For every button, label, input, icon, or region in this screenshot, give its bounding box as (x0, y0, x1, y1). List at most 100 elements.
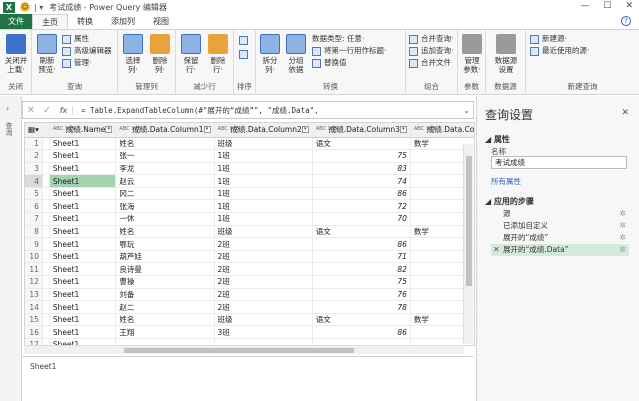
table-cell[interactable]: 姓名 (115, 225, 215, 239)
table-cell[interactable]: 2班 (214, 275, 313, 289)
table-row[interactable]: 8 Sheet1 姓名 班级 语文 数学 (25, 225, 474, 239)
gear-icon[interactable]: ✲ (619, 244, 626, 256)
properties-button[interactable]: 属性 (62, 34, 89, 44)
refresh-preview-button[interactable]: 刷新 预览· (34, 34, 60, 74)
table-row[interactable]: 15 Sheet1 姓名 班级 语文 数学 (25, 313, 474, 327)
queries-pane-collapsed[interactable]: › 查询 (0, 96, 22, 401)
table-cell[interactable]: Sheet1 (49, 262, 117, 277)
remove-rows-button[interactable]: 删除 行· (205, 34, 231, 74)
query-name-input[interactable]: 考试成绩 (491, 156, 627, 169)
table-menu-corner[interactable]: ▦▾ (25, 123, 43, 138)
combine-files-button[interactable]: 合并文件 (409, 58, 451, 68)
step-expanded-scores[interactable]: 展开的“成绩” ✲ (491, 232, 629, 244)
step-expanded-scores-data[interactable]: ✕ 展开的“成绩.Data” ✲ (491, 244, 629, 256)
confirm-formula-icon[interactable]: ✓ (39, 105, 55, 116)
table-cell[interactable]: 71 (312, 250, 411, 264)
table-row[interactable]: 10 Sheet1 葫芦娃 2班 71 (25, 250, 474, 264)
table-row[interactable]: 7 Sheet1 一休 1班 70 (25, 212, 474, 226)
table-cell[interactable]: 1班 (214, 199, 313, 214)
gear-icon[interactable]: ✲ (619, 220, 626, 232)
table-row[interactable]: 12 Sheet1 曹操 2班 75 (25, 275, 474, 289)
horizontal-scrollbar[interactable] (24, 345, 464, 354)
filter-dropdown-icon[interactable]: ▾ (399, 126, 407, 134)
choose-columns-button[interactable]: 选择 列· (120, 34, 146, 74)
row-number[interactable]: 16 (25, 325, 43, 339)
tab-file[interactable]: 文件 (0, 14, 32, 29)
row-number[interactable]: 5 (25, 187, 43, 201)
table-cell[interactable]: 张海 (115, 199, 215, 214)
table-cell[interactable]: 76 (312, 288, 411, 302)
merge-queries-button[interactable]: 合并查询· (409, 34, 453, 44)
type-any-icon[interactable]: ABC 123 (53, 127, 74, 132)
properties-section[interactable]: ◢ 属性 (485, 134, 510, 145)
table-row[interactable]: 14 Sheet1 赵二 2班 78 (25, 300, 474, 314)
row-number[interactable]: 3 (25, 162, 43, 176)
new-source-button[interactable]: 新建源· (530, 34, 567, 44)
fx-icon[interactable]: fx (55, 105, 73, 115)
table-cell[interactable]: Sheet1 (49, 325, 117, 339)
table-cell[interactable]: Sheet1 (49, 313, 117, 327)
formula-input[interactable]: = Table.ExpandTableColumn(#"展开的“成绩”", "成… (81, 105, 319, 116)
table-cell[interactable]: 2班 (214, 250, 313, 264)
table-cell[interactable]: 74 (312, 174, 411, 188)
table-cell[interactable]: 语文 (312, 137, 411, 151)
group-by-button[interactable]: 分组 依据 (284, 34, 308, 74)
row-number[interactable]: 4 (25, 174, 43, 188)
gear-icon[interactable]: ✲ (619, 208, 626, 220)
row-number[interactable]: 6 (25, 199, 43, 214)
column-header[interactable]: ABC 123 成绩.Data.Column3 ▾ (312, 123, 411, 138)
table-cell[interactable]: Sheet1 (49, 237, 117, 251)
table-cell[interactable]: 葫芦娃 (115, 250, 215, 264)
table-row[interactable]: 2 Sheet1 张一 1班 75 (25, 149, 474, 163)
row-number[interactable]: 13 (25, 288, 43, 302)
tab-transform[interactable]: 转换 (68, 14, 102, 29)
table-row[interactable]: 6 Sheet1 张海 1班 72 (25, 199, 474, 214)
table-cell[interactable]: 语文 (312, 313, 411, 327)
table-cell[interactable]: 1班 (214, 174, 313, 188)
table-cell[interactable]: Sheet1 (49, 288, 117, 302)
table-cell[interactable]: Sheet1 (49, 250, 117, 264)
type-any-icon[interactable]: ABC 123 (218, 127, 239, 132)
table-cell[interactable]: 83 (312, 162, 411, 176)
type-any-icon[interactable]: ABC 123 (119, 127, 140, 132)
help-icon[interactable]: ? (621, 16, 631, 26)
row-number[interactable]: 2 (25, 149, 43, 163)
gear-icon[interactable]: ✲ (619, 232, 626, 244)
table-cell[interactable]: 72 (312, 199, 411, 214)
split-column-button[interactable]: 拆分 列· (258, 34, 282, 74)
table-cell[interactable]: 班级 (214, 137, 313, 151)
table-cell[interactable]: Sheet1 (49, 174, 117, 188)
table-row[interactable]: 11 Sheet1 良诗曼 2班 82 (25, 262, 474, 277)
close-icon[interactable]: ✕ (625, 1, 633, 11)
table-cell[interactable]: Sheet1 (49, 149, 117, 163)
table-cell[interactable]: 良诗曼 (115, 262, 215, 277)
minimize-icon[interactable]: — (580, 1, 589, 11)
sort-descending-button[interactable] (239, 50, 251, 59)
table-cell[interactable]: 张一 (115, 149, 215, 163)
smiley-icon[interactable]: ☺ (20, 2, 30, 12)
quick-access-toolbar[interactable]: | ▾ (34, 3, 43, 12)
table-row[interactable]: 3 Sheet1 李龙 1班 83 (25, 162, 474, 176)
tab-add-column[interactable]: 添加列 (102, 14, 144, 29)
manage-button[interactable]: 管理· (62, 58, 91, 68)
filter-dropdown-icon[interactable]: ▾ (105, 126, 113, 134)
close-icon[interactable]: ✕ (621, 108, 629, 118)
vertical-scroll-thumb[interactable] (466, 156, 472, 286)
table-cell[interactable]: 赵二 (115, 300, 215, 314)
remove-columns-button[interactable]: 删除 列· (147, 34, 173, 74)
vertical-scrollbar[interactable] (463, 144, 473, 344)
first-row-header-button[interactable]: 将第一行用作标题· (312, 46, 386, 56)
table-cell[interactable]: Sheet1 (49, 212, 117, 226)
table-cell[interactable]: 赵云 (115, 174, 215, 188)
step-source[interactable]: 源 ✲ (491, 208, 629, 220)
table-cell[interactable]: 姓名 (115, 313, 215, 327)
recent-sources-button[interactable]: 最近使用的源· (530, 46, 589, 56)
table-cell[interactable]: 2班 (214, 288, 313, 302)
table-cell[interactable]: 1班 (214, 212, 313, 226)
tab-home[interactable]: 主页 (32, 14, 68, 29)
table-cell[interactable]: Sheet1 (49, 137, 117, 151)
table-cell[interactable]: 75 (312, 149, 411, 163)
delete-step-icon[interactable]: ✕ (493, 244, 500, 256)
table-cell[interactable]: 3班 (214, 325, 313, 339)
formula-expand-icon[interactable]: ⌄ (463, 106, 470, 115)
